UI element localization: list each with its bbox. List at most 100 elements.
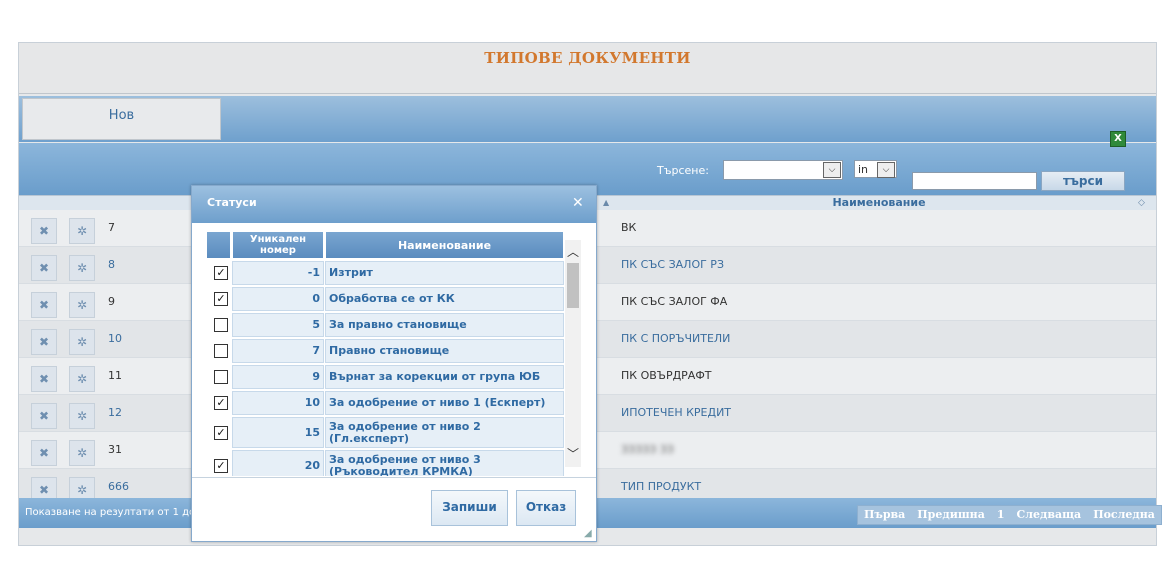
- delete-icon[interactable]: ✖: [31, 255, 57, 281]
- close-icon[interactable]: ✕: [572, 195, 584, 211]
- delete-icon[interactable]: ✖: [31, 440, 57, 466]
- scroll-down-icon[interactable]: ﹀: [567, 445, 579, 462]
- status-name: Изтрит: [325, 261, 564, 285]
- row-id: 10: [108, 332, 122, 345]
- status-name: За одобрение от ниво 3 (Ръководител КРМК…: [325, 450, 564, 476]
- status-number: 5: [232, 313, 324, 337]
- delete-icon[interactable]: ✖: [31, 329, 57, 355]
- status-row: 5 За правно становище: [206, 313, 564, 338]
- status-number: 0: [232, 287, 324, 311]
- row-id: 666: [108, 480, 129, 493]
- column-header-name[interactable]: Наименование: [619, 196, 1139, 210]
- results-info: Показване на резултати от 1 до: [25, 507, 196, 518]
- status-row: ✓ 0 Обработва се от КК: [206, 287, 564, 312]
- row-name: ТИП ПРОДУКТ: [621, 480, 702, 493]
- status-name: За одобрение от ниво 2 (Гл.експерт): [325, 417, 564, 448]
- row-id: 12: [108, 406, 122, 419]
- status-number: 20: [232, 450, 324, 476]
- dialog-scrollbar[interactable]: ︿ ﹀: [565, 240, 581, 467]
- statuses-table: Уникален номер Наименование ✓ -1 Изтрит …: [206, 231, 564, 476]
- header-name: Наименование: [325, 231, 564, 259]
- search-input[interactable]: [912, 172, 1037, 190]
- cancel-button[interactable]: Отказ: [516, 490, 576, 526]
- status-checkbox[interactable]: ✓: [214, 459, 228, 473]
- status-name: Обработва се от КК: [325, 287, 564, 311]
- delete-icon[interactable]: ✖: [31, 218, 57, 244]
- delete-icon[interactable]: ✖: [31, 292, 57, 318]
- pager-page[interactable]: 1: [991, 506, 1011, 524]
- row-id: 31: [108, 443, 122, 456]
- row-id: 7: [108, 221, 115, 234]
- dialog-title: Статуси: [207, 196, 257, 209]
- status-checkbox[interactable]: [214, 344, 228, 358]
- status-checkbox[interactable]: ✓: [214, 426, 228, 440]
- search-field-select[interactable]: ⌵: [723, 160, 843, 180]
- header-number: Уникален номер: [232, 231, 324, 259]
- pager-prev[interactable]: Предишна: [911, 506, 991, 524]
- status-checkbox[interactable]: [214, 370, 228, 384]
- status-row: 7 Правно становище: [206, 339, 564, 364]
- status-row: ✓ 20 За одобрение от ниво 3 (Ръководител…: [206, 450, 564, 476]
- statuses-dialog: Статуси ✕ Уникален номер Наименование ✓ …: [191, 185, 597, 542]
- gear-icon[interactable]: ✲: [69, 218, 95, 244]
- status-checkbox[interactable]: ✓: [214, 292, 228, 306]
- delete-icon[interactable]: ✖: [31, 403, 57, 429]
- row-name: ВК: [621, 221, 637, 234]
- pager-next[interactable]: Следваща: [1011, 506, 1088, 524]
- new-button[interactable]: Нов: [22, 98, 221, 140]
- page-title: ТИПОВЕ ДОКУМЕНТИ: [484, 49, 691, 67]
- row-name: ПК С ПОРЪЧИТЕЛИ: [621, 332, 731, 345]
- row-name: ЗЗЗЗЗ ЗЗ: [621, 443, 674, 456]
- pager: Първа Предишна 1 Следваща Последна: [857, 505, 1162, 525]
- gear-icon[interactable]: ✲: [69, 440, 95, 466]
- pager-last[interactable]: Последна: [1087, 506, 1161, 524]
- sort-icon[interactable]: ◇: [1138, 196, 1145, 210]
- row-name: ПК СЪС ЗАЛОГ РЗ: [621, 258, 724, 271]
- pager-first[interactable]: Първа: [858, 506, 911, 524]
- search-operator-value: in: [858, 163, 869, 176]
- row-id: 11: [108, 369, 122, 382]
- save-button[interactable]: Запиши: [431, 490, 508, 526]
- row-id: 9: [108, 295, 115, 308]
- status-row: ✓ -1 Изтрит: [206, 261, 564, 286]
- search-button[interactable]: търси: [1041, 171, 1125, 191]
- status-number: 7: [232, 339, 324, 363]
- gear-icon[interactable]: ✲: [69, 329, 95, 355]
- status-name: Правно становище: [325, 339, 564, 363]
- row-name: ПК СЪС ЗАЛОГ ФА: [621, 295, 728, 308]
- title-bar: ТИПОВЕ ДОКУМЕНТИ: [19, 43, 1156, 94]
- status-name: За одобрение от ниво 1 (Ескперт): [325, 391, 564, 415]
- statuses-table-header: Уникален номер Наименование: [206, 231, 564, 261]
- gear-icon[interactable]: ✲: [69, 366, 95, 392]
- status-name: Върнат за корекции от група ЮБ: [325, 365, 564, 389]
- status-name: За правно становище: [325, 313, 564, 337]
- status-row: 9 Върнат за корекции от група ЮБ: [206, 365, 564, 390]
- excel-export-icon[interactable]: X: [1110, 131, 1126, 147]
- status-number: 9: [232, 365, 324, 389]
- search-operator-select[interactable]: in ⌵: [854, 160, 897, 178]
- row-id: 8: [108, 258, 115, 271]
- status-row: ✓ 10 За одобрение от ниво 1 (Ескперт): [206, 391, 564, 416]
- toolbar: Нов: [19, 96, 1156, 142]
- gear-icon[interactable]: ✲: [69, 403, 95, 429]
- search-label: Търсене:: [657, 164, 709, 177]
- status-number: 15: [232, 417, 324, 448]
- row-name: ПК ОВЪРДРАФТ: [621, 369, 712, 382]
- status-checkbox[interactable]: ✓: [214, 266, 228, 280]
- sort-icon[interactable]: ▲: [603, 196, 609, 210]
- chevron-down-icon: ⌵: [877, 162, 895, 178]
- scroll-thumb[interactable]: [567, 263, 579, 308]
- chevron-down-icon: ⌵: [823, 162, 841, 178]
- resize-handle-icon[interactable]: ◢: [584, 529, 594, 539]
- delete-icon[interactable]: ✖: [31, 366, 57, 392]
- status-checkbox[interactable]: [214, 318, 228, 332]
- gear-icon[interactable]: ✲: [69, 255, 95, 281]
- status-checkbox[interactable]: ✓: [214, 396, 228, 410]
- status-number: 10: [232, 391, 324, 415]
- dialog-header[interactable]: Статуси ✕: [192, 186, 596, 223]
- scroll-up-icon[interactable]: ︿: [567, 243, 579, 260]
- row-name: ИПОТЕЧЕН КРЕДИТ: [621, 406, 732, 419]
- gear-icon[interactable]: ✲: [69, 292, 95, 318]
- header-checkbox-col: [206, 231, 231, 259]
- status-row: ✓ 15 За одобрение от ниво 2 (Гл.експерт): [206, 417, 564, 449]
